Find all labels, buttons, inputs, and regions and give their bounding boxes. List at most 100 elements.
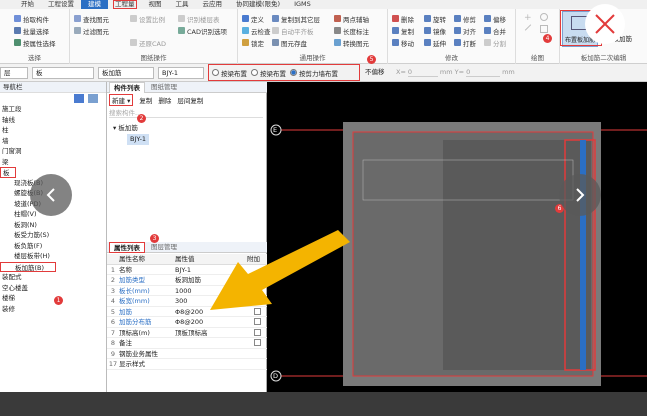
new-component-button[interactable]: 新建 ▾ <box>109 94 134 106</box>
rotate-button[interactable]: 旋转 <box>424 13 446 24</box>
nav-item[interactable]: 楼梯 <box>0 293 106 304</box>
split-button[interactable]: 分割 <box>484 37 506 48</box>
menu-item[interactable]: 协同建模(限免) <box>229 0 287 9</box>
tab-property-list[interactable]: 属性列表 <box>109 242 145 253</box>
property-row[interactable]: 17 显示样式 <box>107 359 267 370</box>
cloud-check-button[interactable]: 云检查 <box>242 25 271 36</box>
set-scale-button[interactable]: 设置比例 <box>130 13 165 24</box>
radio-by-shear-wall[interactable]: 按剪力墙布置 <box>290 68 338 78</box>
nav-item[interactable]: 装配式 <box>0 272 106 283</box>
nav-item[interactable]: 门窗洞 <box>0 146 106 157</box>
nav-item[interactable]: 墙 <box>0 136 106 147</box>
align-button[interactable]: 对齐 <box>454 25 476 36</box>
delete-button[interactable]: 删除 <box>392 13 414 24</box>
attach-checkbox[interactable] <box>247 359 267 369</box>
find-element-button[interactable]: 查找图元 <box>74 13 109 24</box>
component-combo[interactable]: BJY-1 <box>158 67 204 79</box>
copy-button[interactable]: 复制 <box>392 25 414 36</box>
nav-item[interactable]: 装修 <box>0 304 106 315</box>
auto-align-button[interactable]: 自动平齐板 <box>272 25 314 36</box>
search-component-input[interactable]: 搜索构件... <box>109 108 263 118</box>
menu-item[interactable]: 开始 <box>14 0 41 9</box>
convert-element-button[interactable]: 转换图元 <box>334 37 369 48</box>
length-dim-button[interactable]: 长度标注 <box>334 25 369 36</box>
menu-item[interactable]: 工具 <box>169 0 196 9</box>
copy-to-floor-button[interactable]: 复制到其它层 <box>272 13 320 24</box>
attach-checkbox[interactable] <box>247 328 267 338</box>
menu-item[interactable]: 云应用 <box>196 0 230 9</box>
restore-icon <box>130 39 137 46</box>
layer-copy-button[interactable]: 层间复制 <box>177 95 203 105</box>
move-button[interactable]: 移动 <box>392 37 414 48</box>
menu-item[interactable]: 建模 <box>81 0 108 9</box>
tab-drawing-manage[interactable]: 图纸管理 <box>147 82 181 93</box>
x-input[interactable]: 0 <box>407 68 438 77</box>
property-row[interactable]: 9 钢筋业务属性 <box>107 349 267 359</box>
nav-item[interactable]: 楼层板带(H) <box>0 251 106 262</box>
tab-layer-manage[interactable]: 图层管理 <box>147 242 181 253</box>
merge-button[interactable]: 合并 <box>484 25 506 36</box>
nav-item[interactable]: 空心楼盖 <box>0 283 106 294</box>
nav-item[interactable]: 板受力筋(S) <box>0 230 106 241</box>
list-view-icon[interactable] <box>74 94 84 103</box>
close-button[interactable] <box>585 4 625 44</box>
attach-checkbox[interactable] <box>247 317 267 327</box>
two-point-axis-button[interactable]: 两点辅轴 <box>334 13 369 24</box>
menu-item[interactable]: IGMS <box>287 0 318 9</box>
nav-item[interactable]: 轴线 <box>0 115 106 126</box>
attach-checkbox[interactable] <box>247 349 267 359</box>
row-number: 6 <box>110 318 116 326</box>
property-name: 加筋 <box>119 307 132 316</box>
offset-button[interactable]: 偏移 <box>484 13 506 24</box>
grid-view-icon[interactable] <box>88 94 98 103</box>
circle-draw-icon[interactable] <box>540 13 548 21</box>
row-number: 2 <box>110 276 116 284</box>
nav-item[interactable]: 板加筋(B) <box>0 261 56 272</box>
nav-item[interactable]: 柱 <box>0 125 106 136</box>
identify-floor-button[interactable]: 识别楼层表 <box>178 13 220 24</box>
save-element-button[interactable]: 图元存盘 <box>272 37 307 48</box>
trim-button[interactable]: 修剪 <box>454 13 476 24</box>
tab-component-list[interactable]: 构件列表 <box>109 82 145 93</box>
restore-cad-button[interactable]: 还原CAD <box>130 37 166 48</box>
next-slide-button[interactable] <box>559 174 601 216</box>
copy-component-button[interactable]: 复制 <box>139 95 152 105</box>
menu-item[interactable]: 视图 <box>142 0 169 9</box>
radio-by-beam-2[interactable]: 按梁布置 <box>251 68 286 78</box>
select-by-attr-button[interactable]: 按属性选择 <box>14 37 56 48</box>
property-row[interactable]: 8 备注 <box>107 338 267 349</box>
mirror-button[interactable]: 镜像 <box>424 25 446 36</box>
pick-component-button[interactable]: 拾取构件 <box>14 13 49 24</box>
filter-element-button[interactable]: 过滤图元 <box>74 25 109 36</box>
property-row[interactable]: 7 顶标高(m) 顶板顶标高 <box>107 328 267 338</box>
break-button[interactable]: 打断 <box>454 37 476 48</box>
type-combo[interactable]: 板 <box>32 67 94 79</box>
prev-slide-button[interactable] <box>30 174 72 216</box>
batch-select-button[interactable]: 批量选择 <box>14 25 49 36</box>
floor-combo[interactable]: 层 <box>0 67 28 79</box>
y-input[interactable]: 0 <box>466 68 501 77</box>
line-draw-icon[interactable] <box>524 24 532 31</box>
nav-item[interactable]: 施工段 <box>0 104 106 115</box>
plus-icon[interactable]: + <box>524 13 532 23</box>
ribbon-group-modify: 删除 复制 移动 旋转 镜像 延伸 修剪 对齐 打断 偏移 合并 分割 修改 <box>388 9 516 64</box>
rect-draw-icon[interactable] <box>540 25 548 33</box>
menu-item[interactable]: 工程设置 <box>41 0 81 9</box>
cad-options-button[interactable]: CAD识别选项 <box>178 25 227 36</box>
lock-button[interactable]: 锁定 <box>242 37 264 48</box>
nav-item[interactable]: 板 <box>0 167 16 178</box>
nav-item[interactable]: 板负筋(F) <box>0 241 106 252</box>
radio-by-beam[interactable]: 按梁布置 <box>212 68 247 78</box>
nav-item[interactable]: 梁 <box>0 157 106 168</box>
attr-icon <box>14 39 21 46</box>
tree-child-item[interactable]: BJY-1 <box>127 134 150 145</box>
tree-parent-item[interactable]: ▾ 板加筋 <box>113 122 138 132</box>
extend-button[interactable]: 延伸 <box>424 37 446 48</box>
attach-checkbox[interactable] <box>247 338 267 348</box>
nav-item[interactable]: 板洞(N) <box>0 220 106 231</box>
subtype-combo[interactable]: 板加筋 <box>98 67 154 79</box>
delete-component-button[interactable]: 删除 <box>158 95 171 105</box>
property-row[interactable]: 6 加筋分布筋 Φ8@200 <box>107 317 267 328</box>
define-button[interactable]: 定义 <box>242 13 264 24</box>
offset-select[interactable]: 不偏移 <box>362 67 394 79</box>
